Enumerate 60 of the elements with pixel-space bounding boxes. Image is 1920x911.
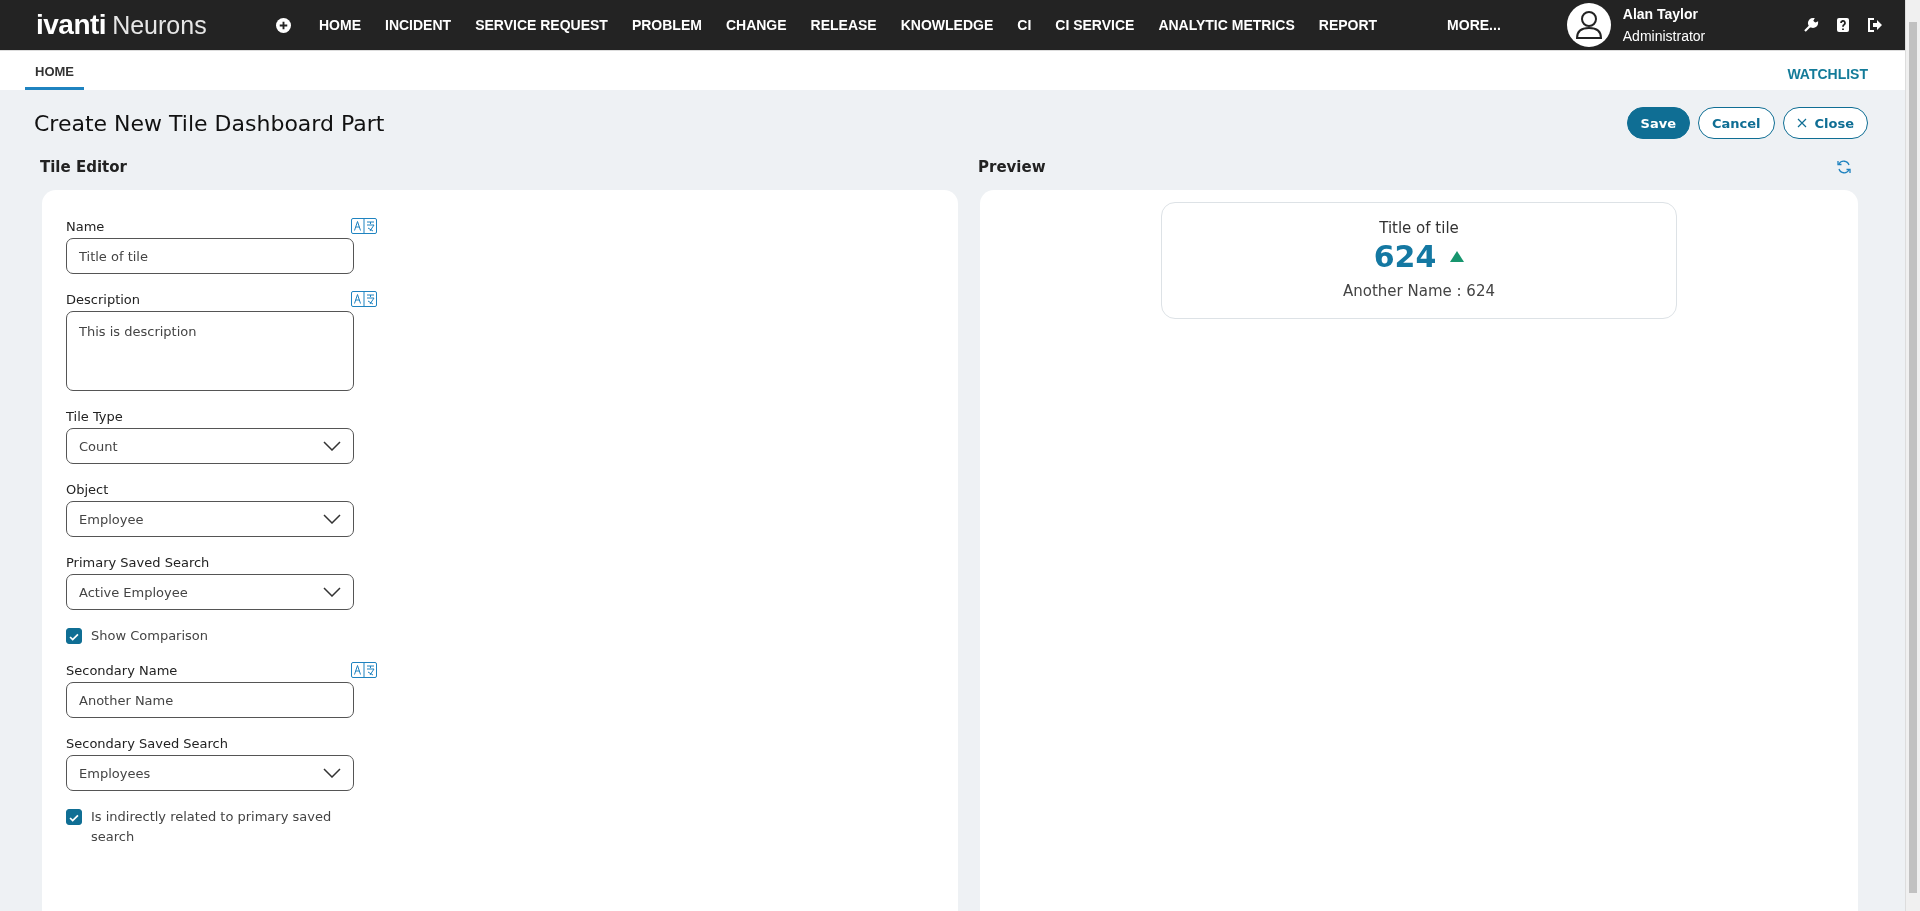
nav-item[interactable]: ANALYTIC METRICS <box>1146 17 1307 33</box>
input-field[interactable]: Another Name <box>66 682 354 718</box>
section-title: Tile Editor <box>40 158 127 176</box>
nav-item[interactable]: REPORT <box>1306 17 1390 33</box>
text-area[interactable]: This is description <box>66 311 354 391</box>
tile-value: 624 <box>1373 239 1437 274</box>
help-icon[interactable] <box>1835 17 1851 33</box>
field-label: Secondary Saved Search <box>66 735 228 751</box>
scrollbar[interactable] <box>1905 0 1920 911</box>
chevron-down-icon <box>323 768 341 778</box>
nav-item[interactable]: KNOWLEDGE <box>888 17 1006 33</box>
chevron-down-icon <box>323 514 341 524</box>
tile-comparison: Another Name : 624 <box>1343 282 1495 300</box>
field-label: Object <box>66 481 109 497</box>
nav-item[interactable]: PROBLEM <box>619 17 714 33</box>
user-name: Alan Taylor <box>1622 6 1699 22</box>
logout-icon[interactable] <box>1867 17 1883 33</box>
close-icon <box>1796 118 1807 128</box>
field-label: Description <box>66 291 141 307</box>
nav-item[interactable]: CI SERVICE <box>1043 17 1147 33</box>
dropdown[interactable]: Count <box>66 428 354 464</box>
cancel-button[interactable]: Cancel <box>1697 107 1775 139</box>
translate-icon[interactable] <box>351 662 377 678</box>
checkbox[interactable] <box>66 809 82 825</box>
checkbox-label: Show Comparison <box>91 627 209 645</box>
chevron-down-icon <box>323 441 341 451</box>
field-label: Tile Type <box>66 408 123 424</box>
close-button[interactable]: Close <box>1782 107 1868 139</box>
field-label: Name <box>66 218 105 234</box>
nav-item[interactable]: RELEASE <box>798 17 889 33</box>
add-icon[interactable] <box>276 17 291 33</box>
nav-item[interactable]: SERVICE REQUEST <box>463 17 620 33</box>
chevron-down-icon <box>323 587 341 597</box>
dropdown[interactable]: Active Employee <box>66 574 354 610</box>
logo-brand: ivanti <box>36 9 107 41</box>
more-menu[interactable]: MORE... <box>1435 17 1513 33</box>
dropdown[interactable]: Employees <box>66 755 354 791</box>
refresh-icon[interactable] <box>1836 159 1852 175</box>
tab[interactable]: HOME <box>25 51 84 90</box>
nav-item[interactable]: CI <box>1005 17 1044 33</box>
nav-item[interactable]: HOME <box>307 17 373 33</box>
section-title: Preview <box>978 158 1046 176</box>
wrench-icon[interactable] <box>1803 17 1819 33</box>
tile-title: Title of tile <box>1379 219 1459 237</box>
dropdown[interactable]: Employee <box>66 501 354 537</box>
page-title: Create New Tile Dashboard Part <box>34 110 385 136</box>
checkbox[interactable] <box>66 628 82 644</box>
checkbox-label: Is indirectly related to primary saved search <box>91 808 333 846</box>
field-label: Secondary Name <box>66 662 178 678</box>
avatar-icon[interactable] <box>1566 3 1611 47</box>
input-field[interactable]: Title of tile <box>66 238 354 274</box>
logo-product: Neurons <box>112 11 207 40</box>
field-label: Primary Saved Search <box>66 554 210 570</box>
save-button[interactable]: Save <box>1626 107 1690 139</box>
translate-icon[interactable] <box>351 218 377 234</box>
nav-item[interactable]: CHANGE <box>713 17 799 33</box>
nav-item[interactable]: INCIDENT <box>373 17 464 33</box>
translate-icon[interactable] <box>351 291 377 307</box>
watchlist-link[interactable]: WATCHLIST <box>1787 59 1868 82</box>
user-role: Administrator <box>1622 28 1706 44</box>
